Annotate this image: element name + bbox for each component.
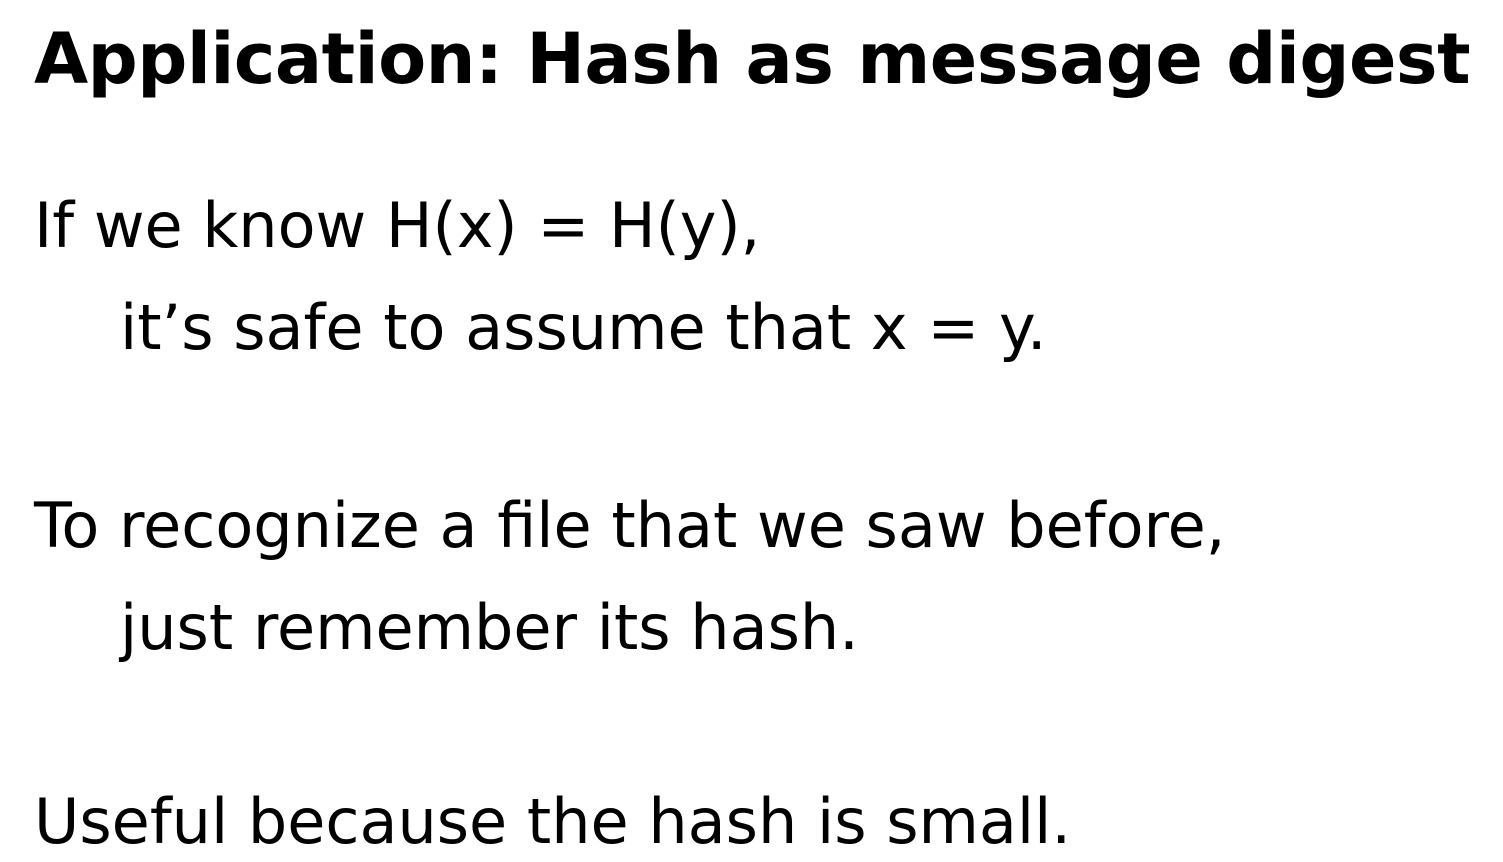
paragraph-2-line-2: just remember its hash. bbox=[120, 591, 859, 664]
paragraph-1-line-1: If we know H(x) = H(y), bbox=[34, 189, 761, 262]
paragraph-2-line-1: To recognize a file that we saw before, bbox=[34, 489, 1226, 562]
paragraph-3-line-1: Useful because the hash is small. bbox=[34, 785, 1072, 858]
slide-title: Application: Hash as message digest bbox=[34, 18, 1471, 100]
paragraph-1-line-2: it’s safe to assume that x = y. bbox=[120, 291, 1047, 364]
slide: Application: Hash as message digest If w… bbox=[0, 0, 1503, 860]
